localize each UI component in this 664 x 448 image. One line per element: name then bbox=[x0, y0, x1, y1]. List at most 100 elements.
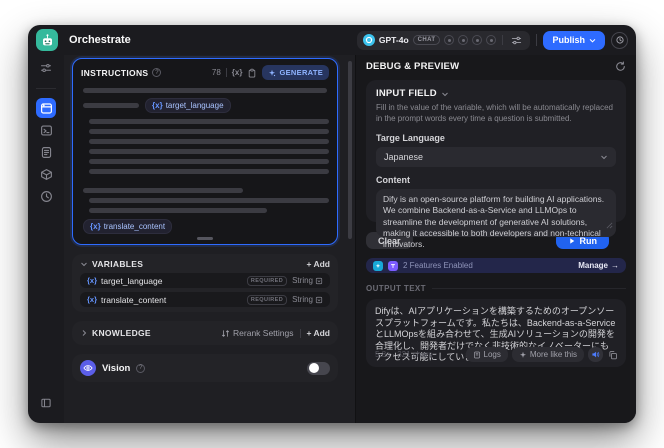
chevron-down-icon[interactable] bbox=[441, 90, 449, 98]
variable-badge-icon: {x} bbox=[87, 276, 98, 285]
sidebar-item-logs[interactable] bbox=[36, 142, 56, 162]
help-icon: ? bbox=[152, 68, 162, 77]
sidebar-item-orchestrate[interactable] bbox=[36, 98, 56, 118]
model-selector[interactable]: GPT-4o CHAT bbox=[356, 30, 531, 50]
clipboard-icon[interactable] bbox=[247, 68, 257, 78]
required-badge: REQUIRED bbox=[246, 275, 288, 286]
history-button[interactable] bbox=[611, 31, 628, 49]
model-name: GPT-4o bbox=[378, 35, 409, 45]
variable-name: translate_content bbox=[103, 222, 166, 231]
refresh-icon[interactable] bbox=[615, 61, 626, 72]
add-knowledge-button[interactable]: + Add bbox=[307, 328, 331, 338]
input-field-card: INPUT FIELD Fill in the value of the var… bbox=[366, 80, 626, 249]
content-textarea[interactable]: Dify is an open-source platform for buil… bbox=[376, 188, 616, 249]
token-count: 78 bbox=[211, 68, 221, 77]
instructions-title: INSTRUCTIONS bbox=[81, 67, 149, 78]
add-variable-button[interactable]: + Add bbox=[307, 259, 331, 269]
resize-corner-icon[interactable] bbox=[606, 222, 613, 229]
variable-name: target_language bbox=[101, 275, 163, 286]
knowledge-section: KNOWLEDGE Rerank Settings + Add bbox=[72, 321, 338, 345]
plus-icon: + bbox=[306, 328, 312, 338]
resize-handle[interactable] bbox=[197, 237, 213, 240]
app-window: Orchestrate GPT-4o CHAT Publish INSTRUCT… bbox=[28, 25, 636, 423]
vision-label: Vision bbox=[102, 362, 131, 374]
history-icon bbox=[615, 36, 624, 44]
chevron-down-icon bbox=[589, 38, 596, 43]
variable-badge-icon: {x} bbox=[90, 222, 101, 231]
feature-tts-icon bbox=[388, 260, 398, 271]
debug-title: DEBUG & PREVIEW bbox=[366, 61, 460, 72]
variables-section: VARIABLES + Add {x} target_language REQU… bbox=[72, 254, 338, 312]
vision-toggle[interactable] bbox=[307, 361, 330, 375]
feature-moderation-icon bbox=[373, 260, 383, 271]
publish-button[interactable]: Publish bbox=[543, 30, 605, 50]
sidebar-item-api[interactable] bbox=[36, 120, 56, 140]
manage-features-button[interactable]: Manage → bbox=[578, 261, 619, 270]
required-badge: REQUIRED bbox=[246, 294, 288, 305]
chevron-down-icon[interactable] bbox=[80, 260, 88, 268]
model-config-sliders-icon[interactable] bbox=[509, 33, 524, 48]
more-like-this-button[interactable]: More like this bbox=[511, 347, 584, 362]
variable-row[interactable]: {x} target_language REQUIRED String bbox=[80, 273, 330, 288]
app-robot-icon[interactable] bbox=[36, 29, 58, 51]
type-selector-icon bbox=[315, 277, 323, 284]
variable-badge-icon: {x} bbox=[87, 295, 98, 304]
generate-button[interactable]: GENERATE bbox=[262, 65, 329, 80]
page-title: Orchestrate bbox=[69, 34, 131, 46]
model-mode-badge: CHAT bbox=[412, 35, 441, 45]
logs-icon bbox=[473, 351, 480, 358]
language-label: Targe Language bbox=[376, 132, 445, 143]
sparkle-icon bbox=[519, 351, 526, 358]
input-field-title: INPUT FIELD bbox=[376, 88, 437, 99]
output-stats: 5.8s · 321 chars bbox=[375, 350, 433, 359]
insert-variable-icon[interactable]: {x} bbox=[232, 68, 243, 77]
variable-row[interactable]: {x} translate_content REQUIRED String bbox=[80, 292, 330, 307]
orchestrate-panel: INSTRUCTIONS ? 78 {x} GENERATE {x} targe… bbox=[64, 55, 355, 423]
features-enabled-text: 2 Features Enabled bbox=[403, 261, 473, 270]
knowledge-title: KNOWLEDGE bbox=[92, 328, 151, 338]
content-label: Content bbox=[376, 174, 410, 185]
variable-pill[interactable]: {x} translate_content bbox=[83, 219, 173, 234]
chevron-right-icon[interactable] bbox=[80, 329, 88, 337]
collapse-sidebar-icon[interactable] bbox=[36, 393, 56, 413]
sidebar-item-monitoring[interactable] bbox=[36, 186, 56, 206]
variable-badge-icon: {x} bbox=[152, 101, 163, 110]
variables-title: VARIABLES bbox=[92, 259, 144, 269]
text-to-speech-button[interactable] bbox=[588, 347, 603, 362]
features-bar[interactable]: 2 Features Enabled Manage → bbox=[366, 258, 626, 273]
input-field-description: Fill in the value of the variable, which… bbox=[376, 103, 614, 123]
logs-button[interactable]: Logs bbox=[465, 347, 508, 362]
type-selector-icon bbox=[315, 296, 323, 303]
instructions-editor[interactable]: INSTRUCTIONS ? 78 {x} GENERATE {x} targe… bbox=[72, 58, 338, 245]
arrow-right-icon: → bbox=[611, 261, 619, 270]
variable-type[interactable]: String bbox=[292, 295, 323, 304]
sidebar-item-annotations[interactable] bbox=[36, 164, 56, 184]
rerank-icon bbox=[222, 329, 230, 337]
scrollbar[interactable] bbox=[348, 61, 352, 239]
top-bar: Orchestrate GPT-4o CHAT Publish bbox=[28, 25, 636, 55]
left-sidebar bbox=[28, 55, 64, 423]
plus-icon: + bbox=[306, 259, 312, 269]
rerank-settings-button[interactable]: Rerank Settings bbox=[221, 328, 294, 338]
tools-sliders-icon[interactable] bbox=[36, 58, 56, 78]
chevron-down-icon bbox=[600, 153, 608, 161]
publish-label: Publish bbox=[552, 35, 585, 45]
copy-icon[interactable] bbox=[607, 349, 619, 361]
debug-panel: DEBUG & PREVIEW INPUT FIELD Fill in the … bbox=[355, 55, 636, 423]
output-card: Difyは、AIアプリケーションを構築するためのオープンソースプラットフォームで… bbox=[366, 299, 626, 367]
sparkle-icon bbox=[269, 69, 276, 76]
speaker-icon bbox=[592, 351, 600, 358]
generate-label: GENERATE bbox=[279, 68, 323, 77]
variable-name: translate_content bbox=[101, 294, 167, 305]
model-feature-icon bbox=[458, 35, 469, 45]
model-feature-icon bbox=[472, 35, 483, 45]
model-feature-icon bbox=[444, 35, 455, 45]
variable-name: target_language bbox=[165, 101, 224, 110]
output-title: OUTPUT TEXT bbox=[366, 284, 426, 293]
help-icon: ? bbox=[136, 363, 146, 373]
variable-type[interactable]: String bbox=[292, 276, 323, 285]
vision-section: Vision ? bbox=[72, 354, 338, 382]
language-value: Japanese bbox=[384, 151, 424, 162]
language-select[interactable]: Japanese bbox=[376, 146, 616, 167]
variable-pill[interactable]: {x} target_language bbox=[145, 98, 231, 113]
